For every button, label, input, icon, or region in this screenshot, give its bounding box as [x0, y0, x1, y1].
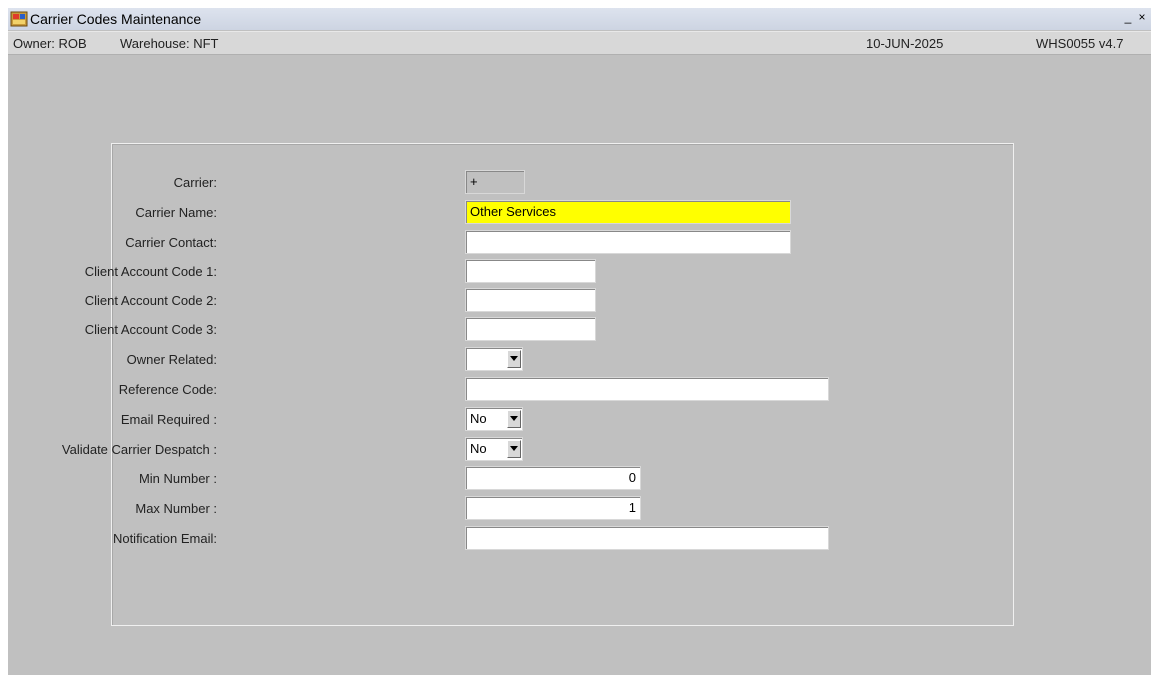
reference-code-label: Reference Code: [118, 382, 217, 397]
minimize-button[interactable]: _ [1121, 11, 1135, 25]
carrier-contact-field[interactable] [465, 230, 791, 254]
carrier-contact-label: Carrier Contact: [125, 235, 217, 250]
client-account-code-1-label: Client Account Code 1: [84, 264, 217, 279]
oracle-forms-app-icon [10, 10, 28, 28]
client-account-code-1-field[interactable] [465, 259, 596, 283]
owner-related-select[interactable] [465, 347, 523, 371]
carrier-name-field[interactable]: Other Services [465, 200, 791, 224]
carrier-form-panel: Carrier: + Carrier Name: Other Services … [62, 143, 1014, 626]
warehouse-label: Warehouse: NFT [120, 36, 219, 51]
title-bar: Carrier Codes Maintenance _ × [8, 8, 1151, 30]
max-number-field[interactable]: 1 [465, 496, 641, 520]
max-number-label: Max Number : [135, 501, 217, 516]
client-account-code-3-label: Client Account Code 3: [84, 322, 217, 337]
close-button[interactable]: × [1135, 11, 1149, 25]
email-required-label: Email Required : [120, 412, 217, 427]
notification-email-field[interactable] [465, 526, 829, 550]
email-required-select[interactable]: No [465, 407, 523, 431]
reference-code-field[interactable] [465, 377, 829, 401]
client-account-code-2-label: Client Account Code 2: [84, 293, 217, 308]
validate-carrier-despatch-value: No [470, 441, 487, 456]
notification-email-label: Notification Email: [112, 531, 217, 546]
chevron-down-icon[interactable] [507, 440, 521, 458]
carrier-label: Carrier: [173, 175, 217, 190]
info-bar: Owner: ROB Warehouse: NFT 10-JUN-2025 WH… [8, 31, 1151, 55]
carrier-field[interactable]: + [465, 170, 525, 194]
carrier-name-label: Carrier Name: [135, 205, 217, 220]
version-label: WHS0055 v4.7 [1036, 36, 1124, 51]
window-title: Carrier Codes Maintenance [30, 11, 202, 27]
client-account-code-3-field[interactable] [465, 317, 596, 341]
min-number-label: Min Number : [138, 471, 217, 486]
validate-carrier-despatch-label: Validate Carrier Despatch : [61, 442, 217, 457]
validate-carrier-despatch-select[interactable]: No [465, 437, 523, 461]
owner-label: Owner: ROB [13, 36, 87, 51]
email-required-value: No [470, 411, 487, 426]
min-number-field[interactable]: 0 [465, 466, 641, 490]
date-label: 10-JUN-2025 [866, 36, 944, 51]
chevron-down-icon[interactable] [507, 410, 521, 428]
client-account-code-2-field[interactable] [465, 288, 596, 312]
app-window: Carrier Codes Maintenance _ × Owner: ROB… [8, 8, 1151, 675]
chevron-down-icon[interactable] [507, 350, 521, 368]
owner-related-label: Owner Related: [126, 352, 217, 367]
